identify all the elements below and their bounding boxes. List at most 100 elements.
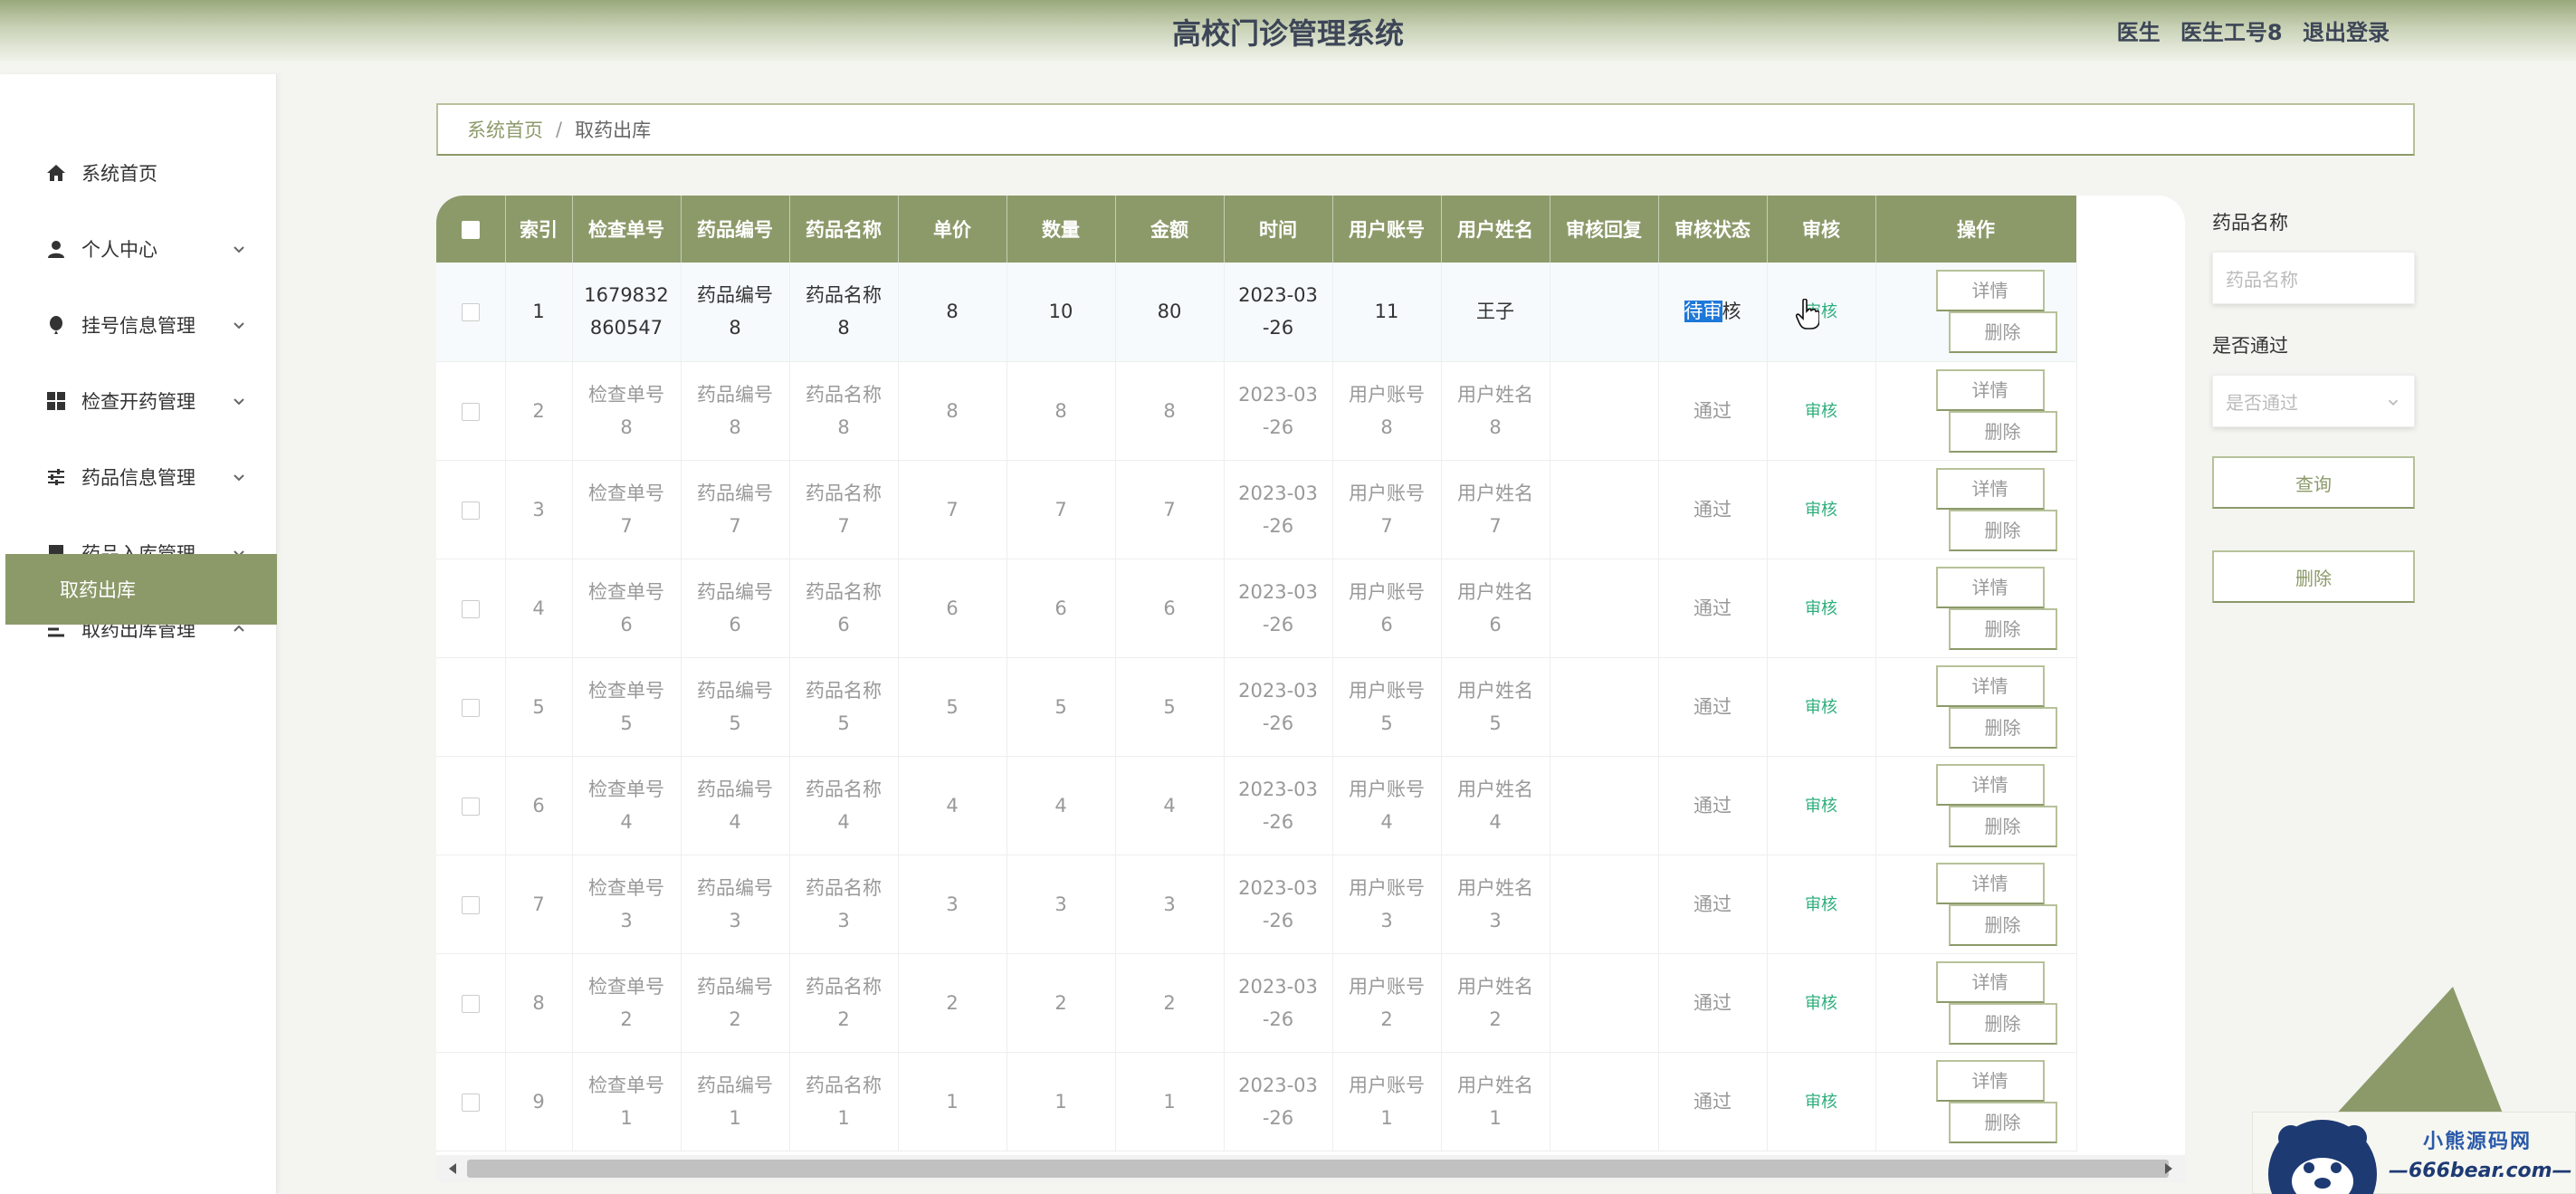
cell-user-name-line2: 7: [1489, 514, 1502, 537]
column-header: 时间: [1224, 196, 1333, 263]
cell-drug-code-line2: 5: [729, 712, 741, 734]
cell-drug-code: 药品编号 8: [681, 263, 790, 361]
cell-user-name-line2: 5: [1489, 712, 1502, 734]
cell-user-account-line2: 1: [1380, 1106, 1393, 1129]
cell-actions: 详情删除: [1875, 460, 2077, 559]
row-checkbox[interactable]: [461, 402, 480, 421]
breadcrumb-home[interactable]: 系统首页: [467, 116, 543, 143]
cell-quantity: 7: [1007, 460, 1116, 559]
query-button[interactable]: 查询: [2212, 456, 2415, 509]
cell-user-account-line1: 用户账号: [1349, 580, 1425, 603]
cell-user-name-line2: 8: [1489, 416, 1502, 438]
detail-button[interactable]: 详情: [1935, 270, 2045, 312]
sidebar: 系统首页 个人中心 挂号信息管理 检查开药管理 药品信息管理 药品入库管理: [0, 74, 277, 1194]
sidebar-item-personal[interactable]: 个人中心: [0, 213, 277, 285]
cell-quantity: 4: [1007, 756, 1116, 855]
delete-button[interactable]: 删除: [1948, 706, 2057, 749]
audit-link[interactable]: 审核: [1805, 402, 1837, 421]
status-text: 通过: [1693, 893, 1732, 915]
select-all-checkbox[interactable]: [461, 221, 480, 239]
cell-drug-name: 药品名称 8: [789, 361, 899, 460]
row-checkbox[interactable]: [461, 1093, 480, 1112]
scroll-right-icon[interactable]: [2165, 1163, 2172, 1174]
detail-button[interactable]: 详情: [1935, 368, 2045, 411]
cell-audit-status: 通过: [1658, 460, 1768, 559]
detail-button[interactable]: 详情: [1935, 763, 2045, 806]
delete-button[interactable]: 删除: [1948, 607, 2057, 650]
table-header-row: 索引 检查单号 药品编号 药品名称 单价 数量 金额 时间 用户账号 用户姓名 …: [436, 196, 2077, 263]
delete-button[interactable]: 删除: [1948, 311, 2057, 354]
status-text: 通过: [1693, 695, 1732, 718]
audit-link[interactable]: 审核: [1805, 895, 1837, 914]
cell-order-no-line1: 检查单号: [588, 482, 664, 504]
watermark-url: —666bear.com—: [2389, 1160, 2572, 1182]
row-select-cell: [436, 263, 506, 361]
cell-order-no-line1: 检查单号: [588, 1074, 664, 1096]
row-select-cell: [436, 361, 506, 460]
sidebar-item-label: 系统首页: [81, 163, 157, 185]
cell-user-account: 用户账号 8: [1332, 361, 1442, 460]
data-table-container: 索引 检查单号 药品编号 药品名称 单价 数量 金额 时间 用户账号 用户姓名 …: [436, 196, 2185, 1182]
cell-order-no-line2: 1: [620, 1106, 633, 1129]
audit-link[interactable]: 审核: [1805, 501, 1837, 520]
logout-button[interactable]: 退出登录: [2303, 20, 2390, 45]
sidebar-item-registration[interactable]: 挂号信息管理: [0, 289, 277, 361]
cell-drug-name-line1: 药品名称: [806, 1074, 882, 1096]
detail-button[interactable]: 详情: [1935, 960, 2045, 1003]
sidebar-item-home[interactable]: 系统首页: [0, 137, 277, 209]
cell-user-account: 11: [1332, 263, 1442, 361]
detail-button[interactable]: 详情: [1935, 566, 2045, 608]
cell-drug-code-line2: 8: [729, 416, 741, 438]
batch-delete-button[interactable]: 删除: [2212, 550, 2415, 603]
sidebar-item-exam[interactable]: 检查开药管理: [0, 365, 277, 437]
table-row: 2 检查单号 8 药品编号 8 药品名称 8 8 8 8 2023-03 -26 用户账号 8 用户姓名 8 通…: [436, 361, 2077, 460]
sidebar-subitem-drug-outbound[interactable]: 取药出库: [5, 554, 277, 625]
cell-drug-code-line1: 药品编号: [697, 1074, 773, 1096]
cell-amount: 4: [1115, 756, 1225, 855]
drug-name-input[interactable]: 药品名称: [2212, 252, 2415, 304]
cell-time-line2: -26: [1262, 712, 1294, 734]
cell-user-name-line2: 6: [1489, 613, 1502, 635]
cell-index: 7: [505, 855, 573, 953]
cell-drug-code: 药品编号 5: [681, 657, 790, 756]
cell-order-no-line1: 检查单号: [588, 778, 664, 800]
row-checkbox[interactable]: [461, 501, 480, 520]
cell-user-account-line2: 7: [1380, 514, 1393, 537]
cell-user-name-line1: 用户姓名: [1457, 482, 1533, 504]
sidebar-item-drug-info[interactable]: 药品信息管理: [0, 441, 277, 513]
cell-price: 3: [898, 855, 1007, 953]
detail-button[interactable]: 详情: [1935, 862, 2045, 904]
delete-button[interactable]: 删除: [1948, 1101, 2057, 1143]
row-checkbox[interactable]: [461, 895, 480, 914]
cell-order-no: 1679832 860547: [572, 263, 682, 361]
audit-link[interactable]: 审核: [1805, 599, 1837, 618]
row-checkbox[interactable]: [461, 599, 480, 618]
delete-button[interactable]: 删除: [1948, 410, 2057, 453]
audit-link[interactable]: 审核: [1805, 994, 1837, 1013]
column-header: 金额: [1115, 196, 1225, 263]
cell-drug-name: 药品名称 7: [789, 460, 899, 559]
delete-button[interactable]: 删除: [1948, 1002, 2057, 1045]
detail-button[interactable]: 详情: [1935, 467, 2045, 510]
row-checkbox[interactable]: [461, 303, 480, 322]
row-checkbox[interactable]: [461, 994, 480, 1013]
status-text: 通过: [1693, 399, 1732, 422]
horizontal-scrollbar[interactable]: [436, 1155, 2185, 1182]
audit-link[interactable]: 审核: [1805, 797, 1837, 816]
detail-button[interactable]: 详情: [1935, 664, 2045, 707]
scroll-left-icon[interactable]: [449, 1163, 456, 1174]
scrollbar-thumb[interactable]: [467, 1160, 2169, 1178]
row-checkbox[interactable]: [461, 698, 480, 717]
cell-drug-name: 药品名称 2: [789, 953, 899, 1052]
row-checkbox[interactable]: [461, 797, 480, 816]
delete-button[interactable]: 删除: [1948, 903, 2057, 946]
chevron-down-icon: [234, 246, 244, 253]
delete-button[interactable]: 删除: [1948, 805, 2057, 847]
detail-button[interactable]: 详情: [1935, 1059, 2045, 1102]
audit-link[interactable]: 审核: [1805, 698, 1837, 717]
audit-link[interactable]: 审核: [1805, 1093, 1837, 1112]
delete-button[interactable]: 删除: [1948, 509, 2057, 551]
status-text: 通过: [1693, 1090, 1732, 1113]
cell-time-line2: -26: [1262, 1008, 1294, 1030]
pass-select[interactable]: 是否通过: [2212, 375, 2415, 427]
